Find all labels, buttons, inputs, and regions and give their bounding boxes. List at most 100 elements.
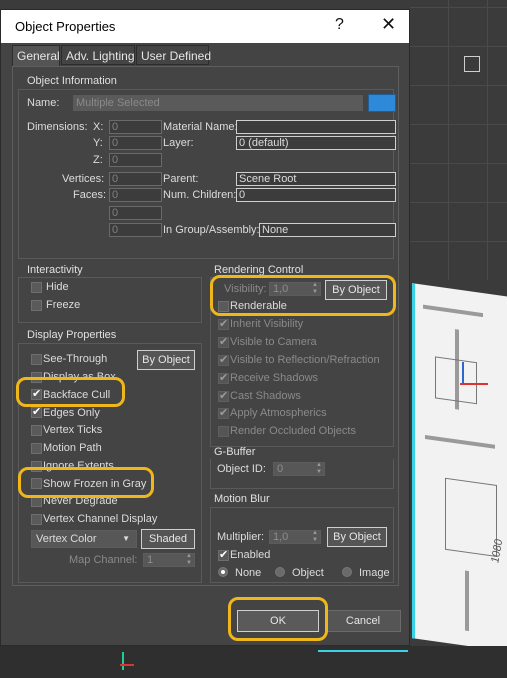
dimensions-label: Dimensions: [27,121,88,133]
motion-blur-by-object-button[interactable]: By Object [327,527,387,547]
parent-label: Parent: [163,173,199,185]
object-id-spinner[interactable]: 0 ▲ ▼ [273,462,325,476]
vertex-channel-display-label: Vertex Channel Display [43,513,158,525]
renderable-checkbox[interactable] [218,301,229,312]
motion-blur-enabled-checkbox[interactable] [218,548,229,561]
rendering-by-object-button[interactable]: By Object [325,280,387,300]
blur-object-label: Object [292,567,324,579]
dim-z-field[interactable]: 0 [109,153,162,167]
num-children-field[interactable]: 0 [236,188,396,202]
object-id-label: Object ID: [217,463,266,475]
parent-field[interactable]: Scene Root [236,172,396,186]
spinner-arrows-icon: ▲ ▼ [316,462,322,475]
viewport-bottom [0,646,507,678]
map-channel-spinner[interactable]: 1 ▲ ▼ [143,553,195,567]
in-group-field[interactable]: None [259,223,396,237]
name-label: Name: [27,97,60,109]
tab-general[interactable]: General [12,45,60,67]
visibility-value: 1,0 [273,283,289,295]
visible-to-camera-label: Visible to Camera [230,336,317,348]
inherit-visibility-checkbox[interactable] [218,317,229,330]
backface-cull-label: Backface Cull [43,389,111,401]
floor-plan-model[interactable]: 1080 [412,283,507,652]
vertex-channel-display-checkbox[interactable] [31,514,42,525]
object-information-title: Object Information [27,75,117,87]
cancel-button[interactable]: Cancel [325,610,401,632]
freeze-label: Freeze [46,299,81,311]
visibility-spinner[interactable]: 1,0 ▲ ▼ [269,282,321,296]
render-occluded-label: Render Occluded Objects [230,425,356,437]
vertex-color-value: Vertex Color [36,533,97,545]
vertex-ticks-checkbox[interactable] [31,425,42,436]
rendering-control-title: Rendering Control [214,264,304,276]
inherit-visibility-label: Inherit Visibility [230,318,304,330]
object-id-value: 0 [277,463,284,475]
blur-image-label: Image [359,567,390,579]
close-button[interactable]: ✕ [381,14,396,35]
receive-shadows-checkbox[interactable] [218,371,229,384]
vertex-ticks-label: Vertex Ticks [43,424,103,436]
faces-label: Faces: [73,189,107,201]
hide-checkbox[interactable] [31,282,42,293]
multiplier-spinner[interactable]: 1,0 ▲ ▼ [269,530,321,544]
object-color-swatch[interactable] [368,94,396,112]
ignore-extents-label: Ignore Extents [43,460,114,472]
title-bar[interactable]: Object Properties ? ✕ [1,10,409,43]
blur-image-radio[interactable] [342,567,352,577]
display-properties-title: Display Properties [27,329,117,341]
layer-field[interactable]: 0 (default) [236,136,396,150]
display-as-box-checkbox[interactable] [31,372,42,383]
material-name-label: Material Name: [163,121,238,133]
render-occluded-checkbox[interactable] [218,426,229,437]
plan-dimension-label: 1080 [489,537,506,565]
material-name-field[interactable] [236,120,396,134]
dim-x-field[interactable]: 0 [109,120,162,134]
axis-z-gizmo [462,362,464,384]
see-through-label: See-Through [43,353,108,365]
freeze-checkbox[interactable] [31,300,42,311]
dialog-title: Object Properties [15,19,116,34]
blur-none-radio[interactable] [218,567,228,577]
help-button[interactable]: ? [335,16,344,34]
shaded-button[interactable]: Shaded [141,529,195,549]
chevron-down-icon: ▼ [122,534,130,543]
vertices-label: Vertices: [62,173,105,185]
apply-atmospherics-checkbox[interactable] [218,406,229,419]
layer-label: Layer: [163,137,194,149]
never-degrade-checkbox[interactable] [31,496,42,507]
spinner-arrows-icon: ▲ ▼ [186,553,192,566]
dim-y-field[interactable]: 0 [109,136,162,150]
visible-to-reflection-checkbox[interactable] [218,353,229,366]
spinner-arrows-icon: ▲ ▼ [312,282,318,295]
extra-count-field-2[interactable]: 0 [109,223,162,237]
extra-count-field-1[interactable]: 0 [109,206,162,220]
cast-shadows-label: Cast Shadows [230,390,301,402]
cast-shadows-checkbox[interactable] [218,389,229,402]
show-frozen-gray-label: Show Frozen in Gray [43,478,147,490]
blur-object-radio[interactable] [275,567,285,577]
name-field[interactable]: Multiple Selected [73,95,363,111]
vertices-field[interactable]: 0 [109,172,162,186]
viewport-gizmo [464,56,480,72]
ok-button[interactable]: OK [237,610,319,632]
vertex-color-dropdown[interactable]: Vertex Color ▼ [31,530,137,548]
renderable-label: Renderable [230,300,287,312]
tab-adv-lighting[interactable]: Adv. Lighting [61,45,135,65]
display-by-object-button[interactable]: By Object [137,350,195,370]
dim-x-label: X: [93,121,104,133]
map-channel-label: Map Channel: [69,554,138,566]
backface-cull-checkbox[interactable] [31,387,42,400]
ignore-extents-checkbox[interactable] [31,461,42,472]
show-frozen-gray-checkbox[interactable] [31,478,42,489]
tab-user-defined[interactable]: User Defined [136,45,211,65]
edges-only-checkbox[interactable] [31,405,42,418]
viewport-grid [410,0,507,280]
multiplier-label: Multiplier: [217,531,265,543]
see-through-checkbox[interactable] [31,354,42,365]
motion-blur-enabled-label: Enabled [230,549,271,561]
faces-field[interactable]: 0 [109,188,162,202]
motion-blur-title: Motion Blur [214,493,270,505]
visible-to-camera-checkbox[interactable] [218,335,229,348]
motion-path-checkbox[interactable] [31,443,42,454]
in-group-label: In Group/Assembly: [163,224,260,236]
